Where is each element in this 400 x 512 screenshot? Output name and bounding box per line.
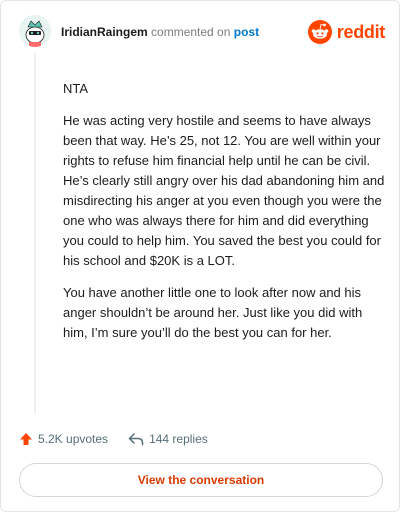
- comment-paragraph: He was acting very hostile and seems to …: [63, 113, 385, 268]
- comment-actions: 5.2K upvotes 144 replies: [19, 429, 228, 449]
- commented-label: commented on: [151, 25, 231, 39]
- reply-arrow-icon: [128, 433, 144, 446]
- reddit-logo[interactable]: reddit: [307, 19, 386, 45]
- upvote-count: 5.2K upvotes: [38, 432, 109, 446]
- comment-header: IridianRaingem commented on post reddit: [19, 15, 385, 51]
- comment-card: IridianRaingem commented on post reddit …: [0, 0, 400, 512]
- view-conversation-button[interactable]: View the conversation: [19, 463, 383, 497]
- thread-line: [34, 53, 36, 413]
- comment-body: NTA He was acting very hostile and seems…: [63, 79, 385, 355]
- upvote-arrow-icon: [20, 433, 32, 445]
- comment-paragraph: You have another little one to look afte…: [63, 285, 363, 340]
- user-avatar-icon[interactable]: [19, 15, 51, 47]
- reddit-logo-icon: [307, 20, 332, 44]
- replies-button[interactable]: 144 replies: [128, 432, 208, 446]
- username-link[interactable]: IridianRaingem: [61, 25, 148, 39]
- reddit-wordmark: reddit: [336, 21, 386, 42]
- upvote-button[interactable]: 5.2K upvotes: [19, 432, 108, 446]
- reply-count: 144 replies: [149, 432, 208, 446]
- comment-paragraph: NTA: [63, 81, 89, 96]
- post-link[interactable]: post: [234, 25, 259, 39]
- comment-byline: IridianRaingem commented on post: [61, 25, 259, 39]
